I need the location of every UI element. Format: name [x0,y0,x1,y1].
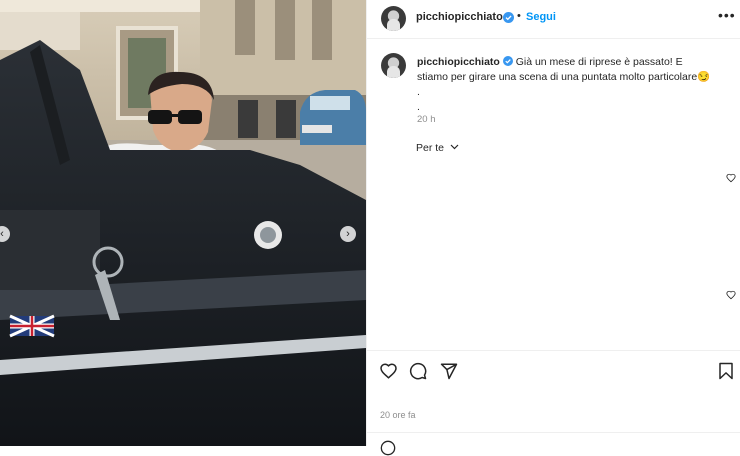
emoji-icon[interactable] [380,440,396,456]
separator-dot: • [517,10,521,22]
next-image-button[interactable]: › [340,226,356,242]
bookmark-icon[interactable] [718,362,734,380]
caption-username[interactable]: picchiopicchiato [417,56,500,68]
caption-dot: . [417,86,420,98]
post-image[interactable]: ‹ › [0,0,366,446]
follow-button[interactable]: Segui [526,11,556,23]
share-icon[interactable] [440,362,458,380]
header-divider [367,38,740,39]
comment-icon[interactable] [409,362,427,380]
actions-divider [367,350,740,351]
verified-badge-icon [503,12,514,23]
caption-avatar[interactable] [381,53,406,78]
heart-icon[interactable] [379,362,398,380]
caption-time[interactable]: 20 h [417,114,436,125]
caption-text-line1: Già un mese di riprese è passato! E [515,56,683,68]
author-avatar[interactable] [381,6,406,31]
author-username[interactable]: picchiopicchiato [416,11,503,23]
post-caption: picchiopicchiato Già un mese di riprese … [417,55,732,115]
comment-like-icon[interactable] [726,173,736,183]
chevron-left-icon: ‹ [0,228,4,240]
caption-text-line2: stiamo per girare una scena di una punta… [417,71,711,83]
comment-like-icon[interactable] [726,290,736,300]
caption-dot: . [417,101,420,113]
comment-filter-dropdown[interactable]: Per te [416,142,459,154]
post-sidebar: picchiopicchiato • Segui ••• picchiopicc… [366,0,740,456]
post-header: picchiopicchiato • Segui ••• [367,0,740,36]
comment-filter-label: Per te [416,142,445,154]
post-timestamp: 20 ore fa [380,410,416,420]
chevron-down-icon [450,144,459,150]
footer-divider [367,432,740,433]
chevron-right-icon: › [346,228,350,240]
more-horizontal-icon[interactable]: ••• [718,7,736,23]
verified-badge-icon [502,56,513,66]
post-photo-illustration [0,0,366,446]
